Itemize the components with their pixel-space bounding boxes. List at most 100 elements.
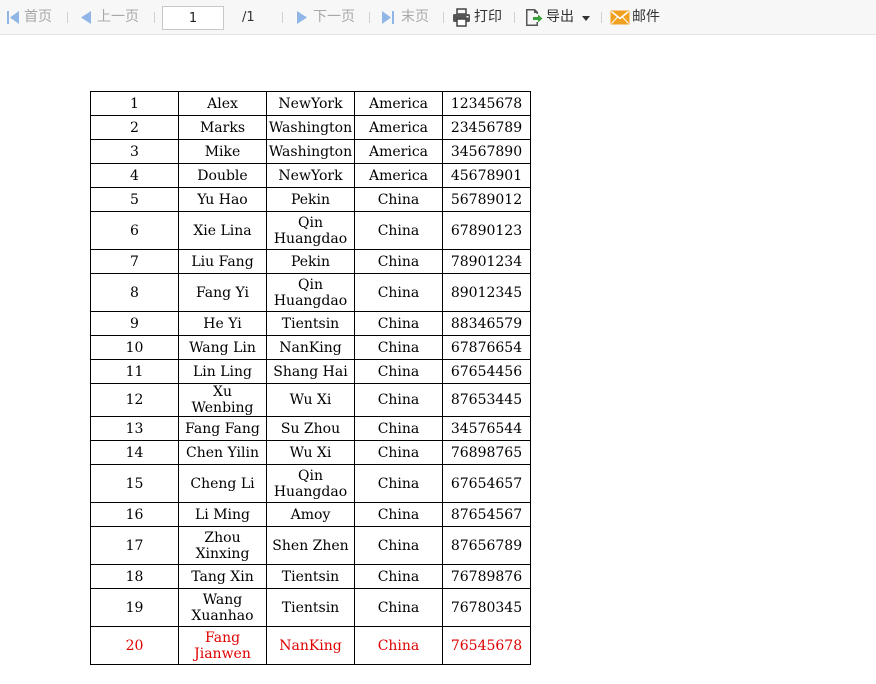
toolbar-divider <box>601 12 602 23</box>
name-cell: He Yi <box>178 311 267 336</box>
row-number-cell: 10 <box>90 335 179 360</box>
export-icon <box>526 9 543 26</box>
row-number-cell: 7 <box>90 249 179 274</box>
row-number-cell: 4 <box>90 163 179 188</box>
table-row: 13 Fang Fang Su Zhou China 34576544 <box>90 416 531 441</box>
country-cell: China <box>354 187 443 212</box>
row-number-cell: 6 <box>90 211 179 250</box>
city-cell: Pekin <box>266 249 355 274</box>
last-page-icon <box>382 11 394 24</box>
phone-cell: 87653445 <box>442 383 531 417</box>
table-row: 14 Chen Yilin Wu Xi China 76898765 <box>90 440 531 465</box>
name-cell: Wang Lin <box>178 335 267 360</box>
toolbar-divider <box>282 12 283 23</box>
previous-page-icon <box>81 11 91 24</box>
country-cell: China <box>354 416 443 441</box>
city-cell: Tientsin <box>266 311 355 336</box>
name-cell: Tang Xin <box>178 564 267 589</box>
row-number-cell: 3 <box>90 139 179 164</box>
previous-page-button[interactable]: 上一页 <box>78 0 146 35</box>
table-row: 7 Liu Fang Pekin China 78901234 <box>90 249 531 274</box>
city-cell: NanKing <box>266 626 355 665</box>
country-cell: China <box>354 588 443 627</box>
row-number-cell: 19 <box>90 588 179 627</box>
page-number-input[interactable] <box>162 6 224 30</box>
city-cell: Wu Xi <box>266 440 355 465</box>
phone-cell: 76789876 <box>442 564 531 589</box>
table-row: 20 Fang Jianwen NanKing China 76545678 <box>90 626 531 665</box>
phone-cell: 87656789 <box>442 526 531 565</box>
city-cell: Qin Huangdao <box>266 211 355 250</box>
name-cell: Li Ming <box>178 502 267 527</box>
table-row: 1 Alex NewYork America 12345678 <box>90 91 531 116</box>
city-cell: Washington <box>266 139 355 164</box>
first-page-label: 首页 <box>24 9 52 25</box>
row-number-cell: 9 <box>90 311 179 336</box>
table-row: 17 Zhou Xinxing Shen Zhen China 87656789 <box>90 526 531 565</box>
city-cell: NanKing <box>266 335 355 360</box>
country-cell: China <box>354 526 443 565</box>
last-page-button[interactable]: 末页 <box>380 0 438 35</box>
report-table: 1 Alex NewYork America 12345678 2 Marks Washing… <box>90 91 531 665</box>
phone-cell: 12345678 <box>442 91 531 116</box>
first-page-button[interactable]: 首页 <box>4 0 58 35</box>
country-cell: China <box>354 211 443 250</box>
country-cell: America <box>354 163 443 188</box>
city-cell: Wu Xi <box>266 383 355 417</box>
city-cell: Tientsin <box>266 588 355 627</box>
report-toolbar: 首页 上一页 /1 下一页 末页 打印 <box>0 0 876 35</box>
row-number-cell: 14 <box>90 440 179 465</box>
table-row: 5 Yu Hao Pekin China 56789012 <box>90 187 531 212</box>
mail-button[interactable]: 邮件 <box>610 0 666 35</box>
name-cell: Mike <box>178 139 267 164</box>
country-cell: China <box>354 502 443 527</box>
phone-cell: 76545678 <box>442 626 531 665</box>
next-page-button[interactable]: 下一页 <box>294 0 362 35</box>
export-dropdown-button[interactable]: 导出 <box>524 0 594 35</box>
report-table-body: 1 Alex NewYork America 12345678 2 Marks Washing… <box>90 91 531 665</box>
country-cell: China <box>354 273 443 312</box>
print-button[interactable]: 打印 <box>452 0 510 35</box>
city-cell: Shen Zhen <box>266 526 355 565</box>
table-row: 15 Cheng Li Qin Huangdao China 67654657 <box>90 464 531 503</box>
phone-cell: 78901234 <box>442 249 531 274</box>
phone-cell: 87654567 <box>442 502 531 527</box>
row-number-cell: 13 <box>90 416 179 441</box>
city-cell: Washington <box>266 115 355 140</box>
phone-cell: 56789012 <box>442 187 531 212</box>
table-row: 19 Wang Xuanhao Tientsin China 76780345 <box>90 588 531 627</box>
row-number-cell: 18 <box>90 564 179 589</box>
phone-cell: 34567890 <box>442 139 531 164</box>
country-cell: America <box>354 139 443 164</box>
print-label: 打印 <box>474 9 502 25</box>
last-page-label: 末页 <box>401 9 429 25</box>
phone-cell: 76780345 <box>442 588 531 627</box>
table-row: 2 Marks Washington America 23456789 <box>90 115 531 140</box>
country-cell: China <box>354 564 443 589</box>
name-cell: Cheng Li <box>178 464 267 503</box>
name-cell: Zhou Xinxing <box>178 526 267 565</box>
country-cell: China <box>354 335 443 360</box>
table-row: 18 Tang Xin Tientsin China 76789876 <box>90 564 531 589</box>
country-cell: America <box>354 115 443 140</box>
toolbar-divider <box>369 12 370 23</box>
page-total: /1 <box>242 10 255 25</box>
row-number-cell: 17 <box>90 526 179 565</box>
phone-cell: 34576544 <box>442 416 531 441</box>
table-row: 4 Double NewYork America 45678901 <box>90 163 531 188</box>
phone-cell: 67654657 <box>442 464 531 503</box>
country-cell: America <box>354 91 443 116</box>
name-cell: Xie Lina <box>178 211 267 250</box>
first-page-icon <box>7 11 19 24</box>
toolbar-divider <box>514 12 515 23</box>
next-page-label: 下一页 <box>313 9 355 25</box>
country-cell: China <box>354 359 443 384</box>
name-cell: Alex <box>178 91 267 116</box>
name-cell: Marks <box>178 115 267 140</box>
name-cell: Chen Yilin <box>178 440 267 465</box>
chevron-down-icon <box>582 16 590 21</box>
name-cell: Liu Fang <box>178 249 267 274</box>
table-row: 6 Xie Lina Qin Huangdao China 67890123 <box>90 211 531 250</box>
phone-cell: 89012345 <box>442 273 531 312</box>
table-row: 9 He Yi Tientsin China 88346579 <box>90 311 531 336</box>
